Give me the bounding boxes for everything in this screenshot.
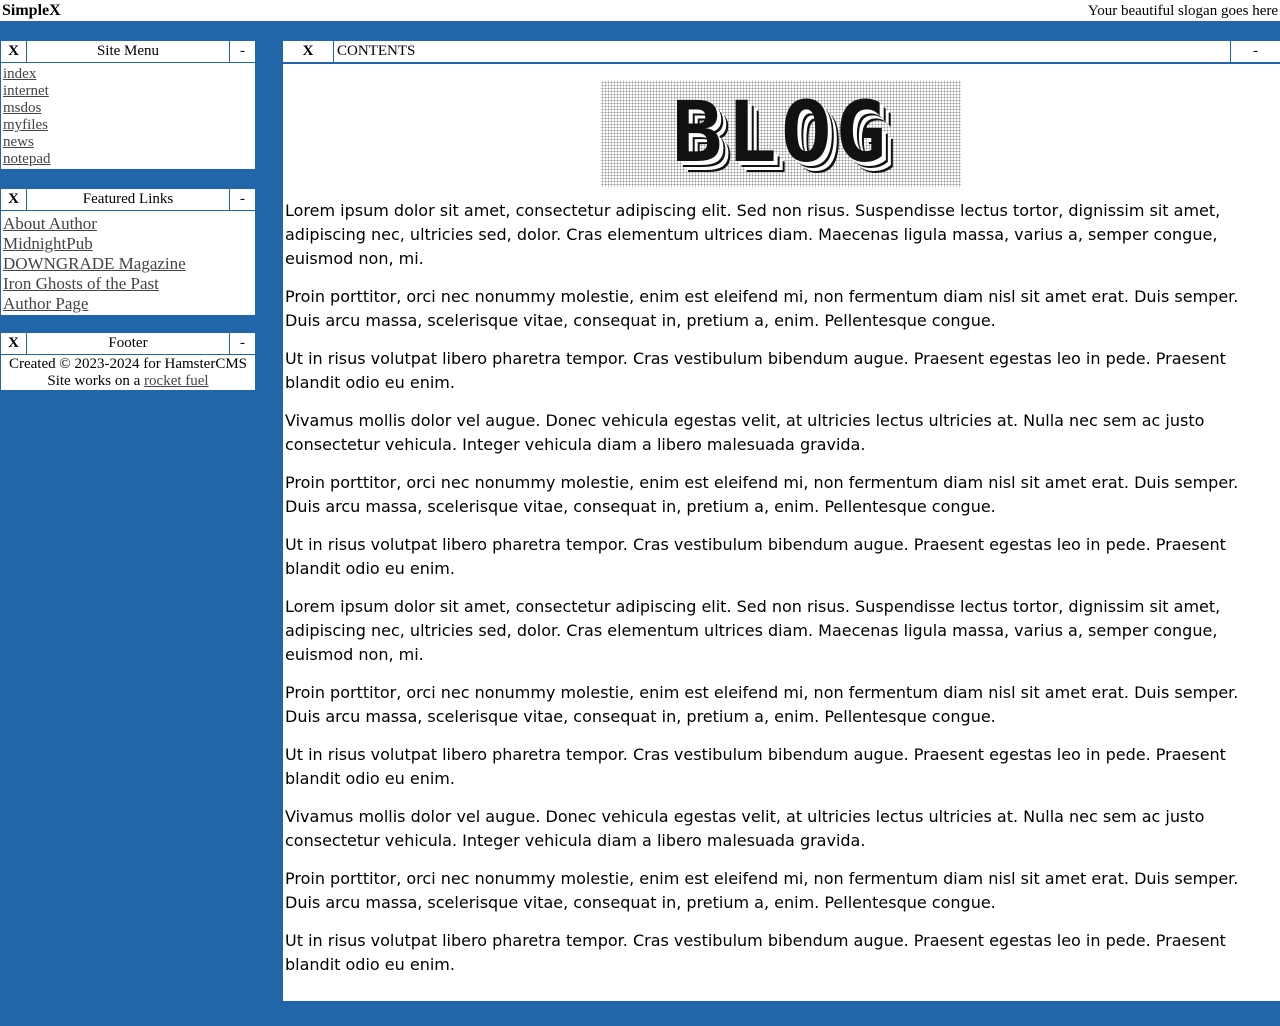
site-menu-link-myfiles[interactable]: myfiles	[3, 117, 253, 134]
blog-banner-text: BLOG	[671, 83, 891, 181]
blog-content: Lorem ipsum dolor sit amet, consectetur …	[285, 199, 1275, 991]
contents-window: X CONTENTS - BLOG Lorem ipsum dolor sit …	[283, 41, 1280, 1001]
site-menu-link-notepad[interactable]: notepad	[3, 151, 253, 168]
featured-links-list: About Author MidnightPub DOWNGRADE Magaz…	[1, 211, 255, 315]
contents-close-button[interactable]: X	[283, 41, 334, 62]
featured-link-downgrade[interactable]: DOWNGRADE Magazine	[3, 254, 253, 274]
featured-links-title: Featured Links	[82, 191, 174, 207]
paragraph: Lorem ipsum dolor sit amet, consectetur …	[285, 597, 1221, 664]
brand-x: X	[49, 2, 61, 19]
paragraph: Vivamus mollis dolor vel augue. Donec ve…	[285, 807, 1205, 850]
paragraph: Vivamus mollis dolor vel augue. Donec ve…	[285, 411, 1205, 454]
contents-title: CONTENTS	[337, 43, 416, 59]
footer-credit-text: Site works on a	[47, 373, 145, 389]
featured-links-header: X Featured Links -	[1, 189, 255, 211]
footer-copyright: Created © 2023-2024 for HamsterCMS	[8, 356, 248, 372]
top-bar: SimpleX Your beautiful slogan goes here	[0, 0, 1280, 22]
paragraph: Proin porttitor, orci nec nonummy molest…	[285, 287, 1239, 330]
paragraph: Ut in risus volutpat libero pharetra tem…	[285, 931, 1226, 974]
contents-header: X CONTENTS -	[283, 41, 1280, 64]
featured-links-window: X Featured Links - About Author Midnight…	[1, 189, 255, 315]
paragraph: Ut in risus volutpat libero pharetra tem…	[285, 535, 1226, 578]
paragraph: Ut in risus volutpat libero pharetra tem…	[285, 349, 1226, 392]
rocket-fuel-link[interactable]: rocket fuel	[144, 373, 209, 389]
site-menu-link-msdos[interactable]: msdos	[3, 100, 253, 117]
site-menu-link-internet[interactable]: internet	[3, 83, 253, 100]
site-menu-minimize-button[interactable]: -	[229, 41, 255, 62]
site-slogan: Your beautiful slogan goes here	[1087, 3, 1278, 19]
paragraph: Proin porttitor, orci nec nonummy molest…	[285, 473, 1239, 516]
site-menu-header: X Site Menu -	[1, 41, 255, 63]
footer-header: X Footer -	[1, 333, 255, 355]
footer-minimize-button[interactable]: -	[229, 333, 255, 354]
paragraph: Ut in risus volutpat libero pharetra tem…	[285, 745, 1226, 788]
paragraph: Proin porttitor, orci nec nonummy molest…	[285, 869, 1239, 912]
featured-link-midnightpub[interactable]: MidnightPub	[3, 234, 253, 254]
featured-links-close-button[interactable]: X	[1, 189, 27, 210]
contents-minimize-button[interactable]: -	[1230, 41, 1280, 62]
site-menu-link-index[interactable]: index	[3, 66, 253, 83]
site-menu-window: X Site Menu - index internet msdos myfil…	[1, 41, 255, 169]
paragraph: Lorem ipsum dolor sit amet, consectetur …	[285, 201, 1221, 268]
site-menu-title: Site Menu	[96, 43, 160, 59]
site-brand[interactable]: SimpleX	[2, 2, 61, 20]
footer-body: Created © 2023-2024 for HamsterCMS Site …	[1, 355, 255, 391]
site-menu-close-button[interactable]: X	[1, 41, 27, 62]
site-menu-list: index internet msdos myfiles news notepa…	[1, 63, 255, 170]
paragraph: Proin porttitor, orci nec nonummy molest…	[285, 683, 1239, 726]
footer-title: Footer	[108, 335, 148, 351]
footer-window: X Footer - Created © 2023-2024 for Hamst…	[1, 333, 255, 390]
featured-link-about-author[interactable]: About Author	[3, 214, 253, 234]
blog-banner: BLOG	[601, 81, 961, 187]
footer-credit: Site works on a rocket fuel	[1, 373, 255, 390]
featured-links-minimize-button[interactable]: -	[229, 189, 255, 210]
featured-link-author-page[interactable]: Author Page	[3, 294, 253, 314]
footer-close-button[interactable]: X	[1, 333, 27, 354]
site-menu-link-news[interactable]: news	[3, 134, 253, 151]
brand-name: Simple	[2, 2, 50, 19]
featured-link-iron-ghosts[interactable]: Iron Ghosts of the Past	[3, 274, 253, 294]
